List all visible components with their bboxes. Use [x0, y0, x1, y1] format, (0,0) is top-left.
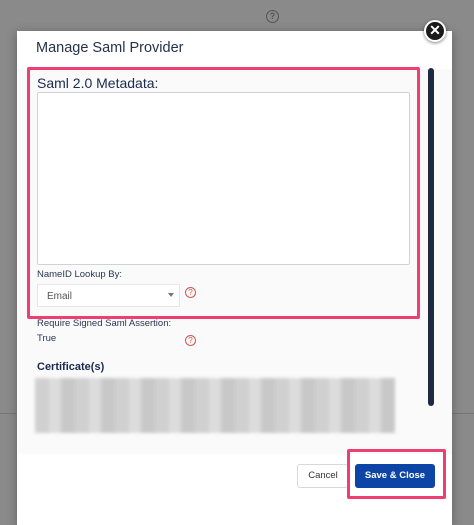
close-icon[interactable]: ✕ — [424, 20, 446, 42]
signed-assertion-label: Require Signed Saml Assertion: — [37, 318, 172, 329]
question-circle-icon[interactable]: ? — [185, 335, 196, 346]
background-help-icon: ? — [266, 10, 279, 23]
scrollbar[interactable] — [428, 68, 434, 406]
cancel-button[interactable]: Cancel — [297, 464, 349, 488]
background-divider — [452, 413, 474, 414]
signed-assertion-value: True — [37, 333, 57, 344]
certificate-label: Certificate(s) — [37, 361, 105, 373]
certificate-value-redacted — [35, 378, 395, 433]
modal-title: Manage Saml Provider — [36, 40, 184, 56]
highlight-box-save — [347, 449, 446, 499]
background-divider — [0, 413, 16, 414]
highlight-box-metadata — [27, 67, 420, 319]
